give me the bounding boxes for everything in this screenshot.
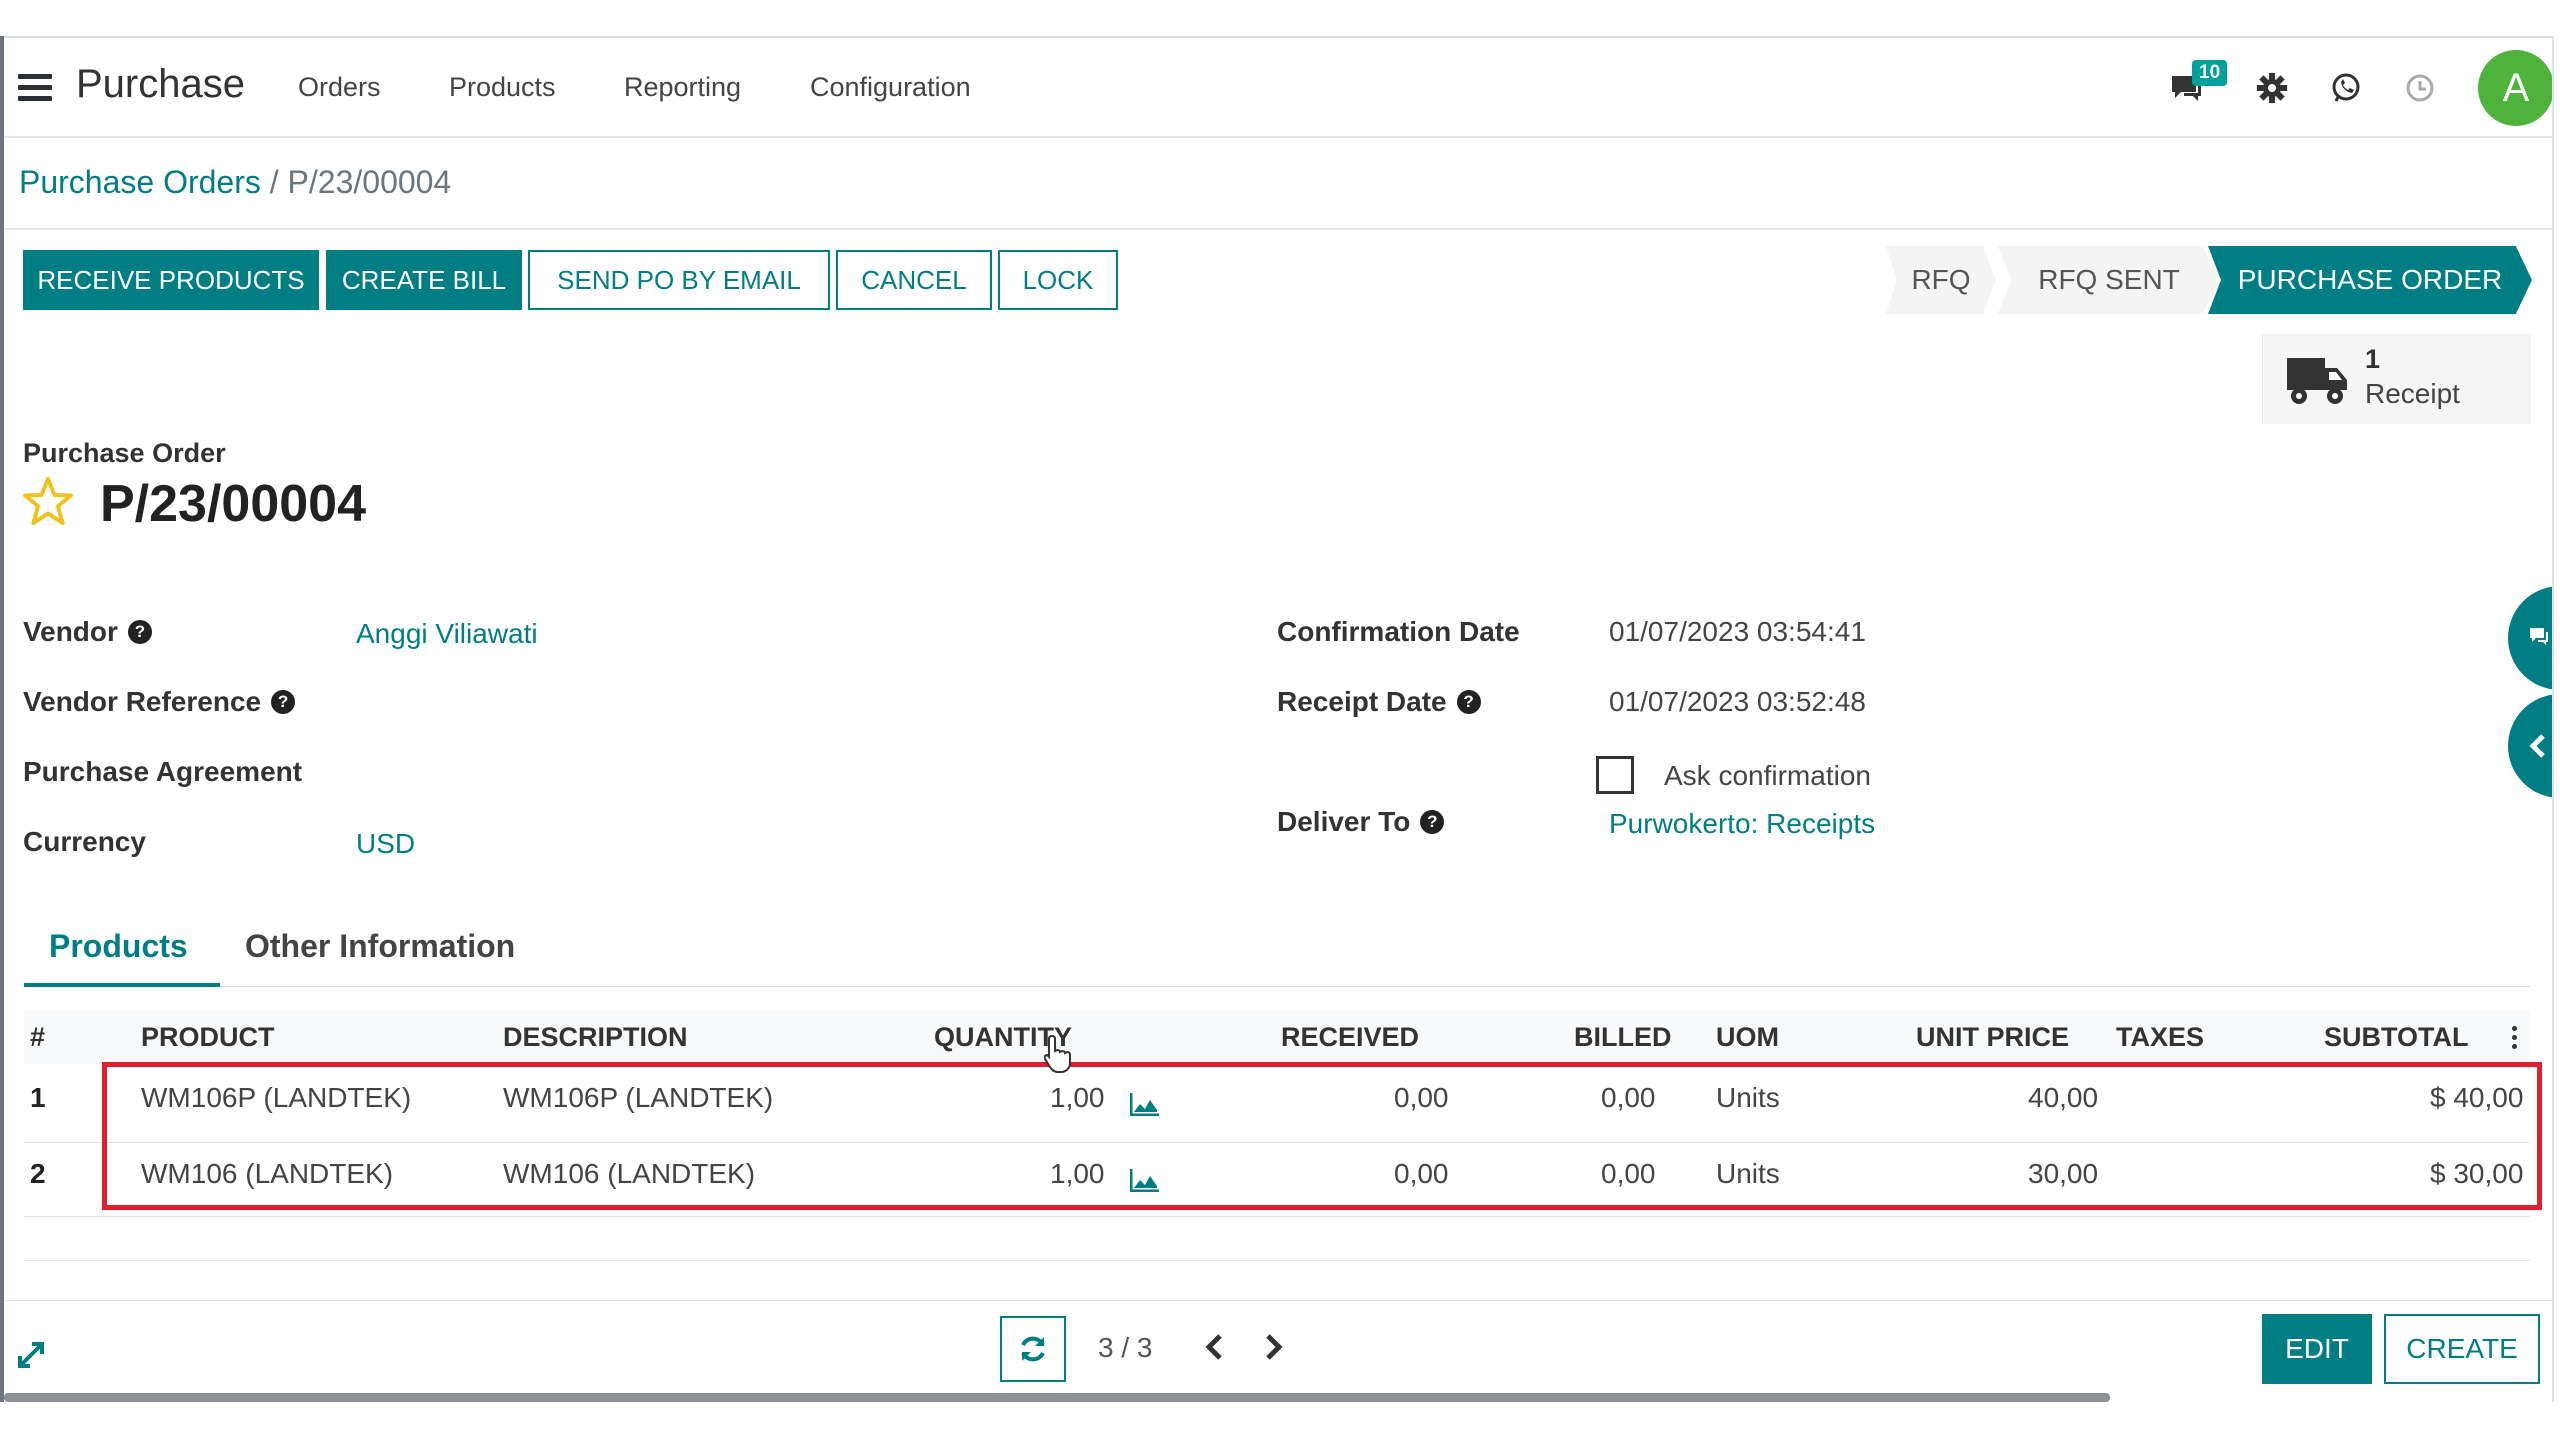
purchase-agreement-label: Purchase Agreement [23, 756, 303, 787]
refresh-icon [1021, 1336, 1045, 1362]
help-icon: ? [271, 690, 296, 714]
chat-icon [2530, 628, 2548, 645]
star-icon[interactable] [22, 476, 74, 528]
receive-products-button[interactable]: RECEIVE PRODUCTS [23, 250, 319, 310]
footer-divider [4, 1300, 2552, 1301]
col-subtotal[interactable]: SUBTOTAL [2324, 1022, 2469, 1053]
window-top-border [0, 0, 2560, 39]
menu-orders[interactable]: Orders [298, 72, 381, 103]
user-avatar[interactable]: A [2478, 50, 2554, 126]
receipt-smart-button[interactable]: 1 Receipt [2262, 334, 2531, 424]
window-right-border [2552, 36, 2560, 1406]
document-type-label: Purchase Order [23, 438, 226, 468]
table-footer-line [24, 1260, 2530, 1261]
edit-button[interactable]: EDIT [2262, 1314, 2372, 1384]
create-button[interactable]: CREATE [2384, 1314, 2540, 1384]
send-po-by-email-button[interactable]: SEND PO BY EMAIL [528, 250, 830, 310]
col-taxes[interactable]: TAXES [2116, 1022, 2204, 1053]
chevron-right-icon[interactable] [1256, 1330, 1290, 1364]
cursor-hand-icon [1044, 1034, 1071, 1073]
receipt-count: 1 [2365, 344, 2381, 374]
top-navbar: Purchase Orders Products Reporting Confi… [4, 38, 2554, 138]
breadcrumb-separator: / [269, 164, 279, 200]
receipt-date-label: Receipt Date? [1277, 686, 1481, 718]
help-icon: ? [127, 620, 152, 644]
deliver-to-label: Deliver To? [1277, 806, 1445, 838]
ask-confirmation-checkbox[interactable] [1596, 756, 1634, 794]
col-uom[interactable]: UOM [1716, 1022, 1779, 1053]
menu-toggle-icon[interactable] [18, 74, 52, 101]
app-title[interactable]: Purchase [76, 62, 245, 107]
active-tab-indicator [24, 983, 220, 987]
optional-columns-icon[interactable] [2512, 1026, 2518, 1052]
lock-button[interactable]: LOCK [998, 250, 1118, 310]
breadcrumb-parent-link[interactable]: Purchase Orders [19, 164, 261, 200]
tab-baseline [24, 986, 2530, 987]
purchase-order-number: P/23/00004 [100, 475, 367, 533]
row-number: 2 [30, 1158, 46, 1189]
messages-badge: 10 [2192, 60, 2228, 86]
menu-products[interactable]: Products [449, 72, 556, 103]
col-received[interactable]: RECEIVED [1281, 1022, 1419, 1053]
expand-icon[interactable] [16, 1340, 46, 1370]
currency-value[interactable]: USD [356, 828, 415, 860]
status-rfq-sent[interactable]: RFQ SENT [1998, 246, 2220, 314]
col-description[interactable]: DESCRIPTION [503, 1022, 688, 1053]
highlight-box [102, 1062, 2542, 1210]
row-divider [24, 1216, 2530, 1217]
vendor-value[interactable]: Anggi Viliawati [356, 618, 538, 650]
status-rfq[interactable]: RFQ [1886, 246, 1996, 314]
chevron-left-icon [2529, 734, 2545, 758]
horizontal-scrollbar[interactable] [4, 1393, 2110, 1402]
whatsapp-icon[interactable] [2326, 68, 2366, 108]
vendor-label: Vendor? [23, 616, 152, 648]
tab-products[interactable]: Products [49, 928, 188, 965]
receipt-label: Receipt [2365, 378, 2460, 409]
gear-icon[interactable] [2252, 68, 2292, 108]
create-bill-button[interactable]: CREATE BILL [326, 250, 522, 310]
menu-configuration[interactable]: Configuration [810, 72, 971, 103]
col-number: # [30, 1022, 46, 1052]
chevron-left-icon[interactable] [1198, 1330, 1232, 1364]
breadcrumb: Purchase Orders / P/23/00004 [19, 164, 451, 201]
confirmation-date-label: Confirmation Date [1277, 616, 1520, 647]
clock-icon[interactable] [2400, 68, 2440, 108]
col-product[interactable]: PRODUCT [141, 1022, 275, 1053]
currency-label: Currency [23, 826, 146, 857]
deliver-to-value[interactable]: Purwokerto: Receipts [1609, 808, 1875, 840]
truck-icon [2287, 358, 2347, 404]
help-icon: ? [1420, 810, 1445, 834]
ask-confirmation-label: Ask confirmation [1664, 760, 1871, 791]
pager-value[interactable]: 3 / 3 [1098, 1332, 1152, 1364]
window-bottom-area [0, 1402, 2560, 1440]
menu-reporting[interactable]: Reporting [624, 72, 741, 103]
window-left-border [0, 36, 4, 1406]
row-number: 1 [30, 1082, 46, 1113]
reload-button[interactable] [1000, 1316, 1066, 1382]
confirmation-date-value: 01/07/2023 03:54:41 [1609, 616, 1866, 647]
status-purchase-order[interactable]: PURCHASE ORDER [2208, 246, 2532, 314]
tab-other-information[interactable]: Other Information [245, 928, 515, 965]
receipt-date-value: 01/07/2023 03:52:48 [1609, 686, 1866, 717]
vendor-reference-label: Vendor Reference? [23, 686, 296, 718]
col-billed[interactable]: BILLED [1574, 1022, 1672, 1053]
help-icon: ? [1456, 690, 1481, 714]
col-unit-price[interactable]: UNIT PRICE [1916, 1022, 2069, 1053]
breadcrumb-current: P/23/00004 [287, 164, 452, 200]
cancel-button[interactable]: CANCEL [836, 250, 992, 310]
control-panel-divider [4, 228, 2552, 230]
